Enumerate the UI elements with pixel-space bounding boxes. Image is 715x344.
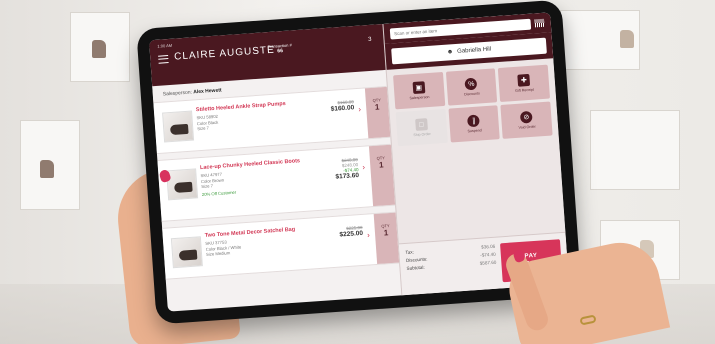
person-badge-icon: ▣ — [412, 81, 426, 95]
shelf — [590, 110, 680, 190]
item-price: $248.00 $248.00 -$74.40 $173.60 — [321, 147, 365, 210]
qty-value: 1 — [383, 228, 389, 238]
discounts-label: Discounts: — [405, 256, 428, 263]
percent-icon: % — [464, 77, 478, 91]
actions-pane: ☻ Gabriella Hill ▣ Salesperson % Discoun… — [382, 12, 569, 296]
shoe — [40, 160, 54, 178]
totals-table: Tax: $36.06 Discounts: -$74.40 Subtotal:… — [405, 244, 498, 289]
suspend-button[interactable]: ∥ Suspend — [448, 105, 501, 143]
quantity-box[interactable]: QTY 1 — [368, 144, 396, 207]
barcode-icon[interactable] — [534, 18, 546, 28]
void-order-button[interactable]: ⊘ Void Order — [500, 101, 553, 139]
gift-receipt-button[interactable]: ✚ Gift Receipt — [498, 64, 551, 102]
action-grid: ▣ Salesperson % Discounts ✚ Gift Receipt… — [387, 58, 559, 147]
box-icon: □ — [414, 118, 428, 131]
person-icon: ☻ — [446, 49, 454, 56]
prohibited-icon: ⊘ — [520, 110, 533, 124]
store-brand: CLAIRE AUGUSTE — [173, 44, 276, 63]
item-price: $160.00 $160.00 — [317, 89, 360, 142]
item-details: Two Tone Metal Decor Satchel Bag SKU 377… — [204, 217, 329, 275]
quantity-box[interactable]: QTY 1 — [373, 212, 400, 264]
tile-label: Void Order — [518, 124, 536, 130]
product-thumbnail — [162, 110, 195, 143]
qty-value: 1 — [374, 102, 380, 112]
shoe — [92, 40, 106, 58]
customer-name: Gabriella Hill — [457, 46, 492, 55]
current-price: $173.60 — [335, 172, 360, 181]
cart-pane: 1:00 AM CLAIRE AUGUSTE Transaction # 66 … — [149, 24, 401, 312]
current-price: $225.00 — [339, 229, 364, 239]
salesperson-name: Alex Hewett — [193, 87, 222, 96]
product-thumbnail — [170, 236, 203, 269]
gift-icon: ✚ — [517, 73, 531, 87]
pause-icon: ∥ — [467, 114, 481, 128]
discounts-button[interactable]: % Discounts — [445, 68, 498, 106]
tile-label: Discounts — [464, 91, 481, 97]
item-price: $225.00 $225.00 — [326, 215, 369, 268]
item-details: Stiletto Heeled Ankle Strap Pumps SKU 58… — [195, 92, 320, 150]
product-thumbnail — [166, 168, 199, 201]
tile-label: Gift Receipt — [515, 87, 535, 93]
item-details: Lace-up Chunky Heeled Classic Boots SKU … — [199, 150, 325, 218]
tile-label: Salesperson — [409, 94, 430, 101]
qty-value: 1 — [378, 160, 384, 170]
subtotal-label: Subtotal: — [406, 264, 425, 271]
shoe — [620, 30, 634, 48]
salesperson-label: Salesperson: — [162, 89, 193, 98]
salesperson-button[interactable]: ▣ Salesperson — [393, 71, 445, 110]
hamburger-menu-icon[interactable] — [158, 55, 169, 64]
tax-label: Tax: — [405, 249, 415, 255]
cart-count[interactable]: 3 — [368, 37, 372, 43]
discounts-value: -$74.40 — [480, 251, 496, 258]
ship-order-button[interactable]: □ Ship Order — [395, 108, 448, 147]
cart-item[interactable]: Lace-up Chunky Heeled Classic Boots SKU … — [157, 143, 396, 222]
tile-label: Suspend — [467, 128, 482, 134]
quantity-box[interactable]: QTY 1 — [364, 86, 391, 139]
subtotal-value: $587.60 — [479, 259, 497, 266]
tax-value: $36.06 — [481, 243, 496, 250]
tile-label: Ship Order — [413, 131, 431, 138]
current-price: $160.00 — [330, 104, 355, 113]
transaction-info: Transaction # 66 — [268, 42, 293, 55]
cart-item[interactable]: Two Tone Metal Decor Satchel Bag SKU 377… — [162, 211, 400, 280]
